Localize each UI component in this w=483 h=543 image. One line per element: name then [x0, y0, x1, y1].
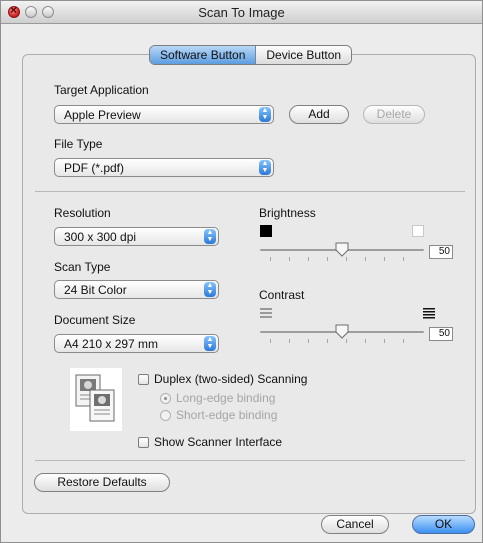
resolution-label: Resolution: [54, 206, 111, 220]
slider-tick: [403, 339, 404, 343]
tab-device-button[interactable]: Device Button: [256, 46, 352, 64]
contrast-slider[interactable]: [260, 323, 430, 349]
slider-tick: [270, 257, 271, 261]
slider-tick: [346, 257, 347, 261]
resolution-popup[interactable]: 300 x 300 dpi ▲ ▼: [54, 227, 219, 246]
contrast-value-field[interactable]: 50: [429, 327, 453, 341]
resolution-value: 300 x 300 dpi: [64, 230, 137, 244]
brightness-value-field[interactable]: 50: [429, 245, 453, 259]
window-title: Scan To Image: [198, 5, 285, 20]
document-size-label: Document Size: [54, 313, 136, 327]
slider-tick: [403, 257, 404, 261]
short-edge-radio[interactable]: [160, 410, 171, 421]
short-edge-label: Short-edge binding: [176, 408, 278, 422]
slider-tick: [384, 257, 385, 261]
scan-type-popup[interactable]: 24 Bit Color ▲ ▼: [54, 280, 219, 299]
slider-tick: [327, 339, 328, 343]
title-bar[interactable]: Scan To Image: [1, 1, 482, 24]
restore-defaults-button[interactable]: Restore Defaults: [34, 473, 170, 492]
dark-swatch-icon: [260, 225, 272, 237]
duplex-checkbox[interactable]: [138, 374, 149, 385]
show-scanner-label: Show Scanner Interface: [154, 435, 283, 449]
popup-arrows-icon: ▲ ▼: [204, 282, 216, 297]
slider-tick: [365, 257, 366, 261]
popup-arrows-icon: ▲ ▼: [259, 160, 271, 175]
scan-to-image-window: Scan To Image Software Button Device But…: [0, 0, 483, 543]
file-type-popup[interactable]: PDF (*.pdf) ▲ ▼: [54, 158, 274, 177]
ok-button[interactable]: OK: [412, 515, 475, 534]
brightness-slider[interactable]: [260, 241, 430, 267]
add-button[interactable]: Add: [289, 105, 349, 124]
popup-arrows-icon: ▲ ▼: [204, 229, 216, 244]
tab-software-button[interactable]: Software Button: [150, 46, 257, 64]
slider-thumb[interactable]: [334, 241, 350, 257]
high-contrast-icon: [423, 307, 435, 319]
slider-tick: [384, 339, 385, 343]
file-type-value: PDF (*.pdf): [64, 161, 125, 175]
duplex-document-icon: [70, 368, 122, 431]
scan-type-label: Scan Type: [54, 260, 111, 274]
file-type-label: File Type: [54, 137, 103, 151]
slider-tick: [289, 339, 290, 343]
delete-button[interactable]: Delete: [363, 105, 425, 124]
divider: [35, 191, 465, 192]
divider: [35, 460, 465, 461]
target-application-popup[interactable]: Apple Preview ▲ ▼: [54, 105, 274, 124]
target-application-label: Target Application: [54, 83, 149, 97]
light-swatch-icon: [412, 225, 424, 237]
popup-arrows-icon: ▲ ▼: [259, 107, 271, 122]
target-application-value: Apple Preview: [64, 108, 141, 122]
long-edge-label: Long-edge binding: [176, 391, 276, 405]
low-contrast-icon: [260, 307, 272, 319]
show-scanner-checkbox[interactable]: [138, 437, 149, 448]
slider-tick: [308, 257, 309, 261]
tab-bar: Software Button Device Button: [149, 45, 353, 65]
slider-thumb[interactable]: [334, 323, 350, 339]
slider-tick: [327, 257, 328, 261]
document-size-value: A4 210 x 297 mm: [64, 337, 159, 351]
long-edge-radio[interactable]: [160, 393, 171, 404]
brightness-label: Brightness: [259, 206, 316, 220]
settings-panel: Target Application Apple Preview ▲ ▼ Add …: [22, 54, 476, 514]
document-size-popup[interactable]: A4 210 x 297 mm ▲ ▼: [54, 334, 219, 353]
slider-tick: [289, 257, 290, 261]
slider-tick: [270, 339, 271, 343]
slider-tick: [365, 339, 366, 343]
cancel-button[interactable]: Cancel: [321, 515, 389, 534]
slider-tick: [346, 339, 347, 343]
contrast-label: Contrast: [259, 288, 305, 302]
slider-tick: [308, 339, 309, 343]
duplex-label: Duplex (two-sided) Scanning: [154, 372, 308, 386]
popup-arrows-icon: ▲ ▼: [204, 336, 216, 351]
scan-type-value: 24 Bit Color: [64, 283, 127, 297]
